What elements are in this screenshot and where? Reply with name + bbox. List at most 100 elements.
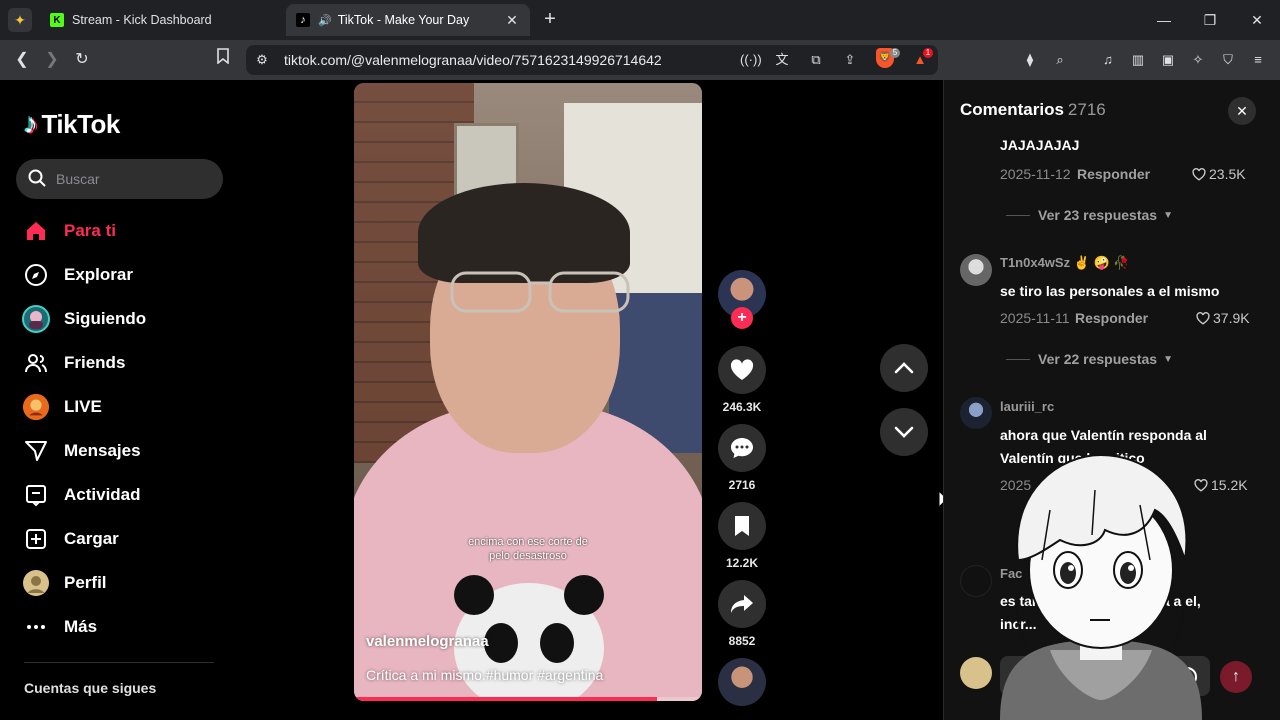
chevron-up-icon: [894, 362, 914, 374]
commenter-avatar[interactable]: [960, 565, 992, 597]
minimize-button[interactable]: —: [1150, 6, 1178, 34]
audio-playing-icon[interactable]: 🔊: [318, 14, 332, 27]
translate-icon[interactable]: 文: [772, 50, 792, 70]
view-replies-button[interactable]: Ver 23 respuestas ▼: [1006, 207, 1173, 223]
comment-icon: [731, 438, 753, 458]
comment-date: 2025-11-11: [1000, 310, 1070, 326]
menu-icon[interactable]: ≡: [1248, 50, 1268, 70]
sidebar-item-mas[interactable]: Más: [22, 609, 232, 645]
more-icon: [22, 613, 50, 641]
send-comment-button[interactable]: ↑: [1220, 661, 1252, 693]
comments-title: Comentarios 2716: [960, 100, 1106, 119]
streamer-anime-avatar-overlay: [1000, 453, 1202, 720]
commenter-username[interactable]: T1n0x4wSz ✌ 🤪 🥀: [1000, 255, 1129, 271]
commenter-avatar[interactable]: [960, 397, 992, 429]
media-icon[interactable]: ♫: [1098, 50, 1118, 70]
save-button[interactable]: [718, 502, 766, 550]
tab-title: TikTok - Make Your Day: [337, 13, 470, 27]
share-button[interactable]: [718, 580, 766, 628]
like-button[interactable]: [718, 346, 766, 394]
like-count: 246.3K: [722, 400, 762, 414]
video-overlay-caption: encima con ese corte de pelo desastroso: [468, 536, 588, 562]
tab-search-icon[interactable]: ⌕: [1050, 50, 1070, 70]
sidebar-divider: [24, 662, 214, 663]
open-external-icon[interactable]: ⧉: [806, 50, 826, 70]
video-player[interactable]: encima con ese corte de pelo desastroso …: [354, 83, 702, 701]
broadcast-icon[interactable]: ((·)): [740, 50, 762, 70]
close-comments-button[interactable]: ✕: [1228, 97, 1256, 125]
view-replies-button[interactable]: Ver 22 respuestas ▼: [1006, 351, 1173, 367]
video-description[interactable]: Crítica a mi mismo.#humor #argentina: [366, 667, 603, 683]
close-window-button[interactable]: ✕: [1243, 6, 1271, 34]
tab-kick-dashboard[interactable]: K Stream - Kick Dashboard: [40, 4, 284, 36]
reply-button[interactable]: Responder: [1075, 310, 1148, 326]
commenter-username[interactable]: lauriii_rc: [1000, 399, 1054, 414]
comments-count: 2716: [1067, 100, 1106, 119]
back-button[interactable]: ❮: [10, 48, 34, 72]
search-placeholder: Buscar: [56, 171, 100, 187]
sidebar-item-mensajes[interactable]: Mensajes: [22, 433, 232, 469]
bookmark-icon[interactable]: [211, 48, 235, 72]
leo-ai-icon[interactable]: ✧: [1188, 50, 1208, 70]
share-arrow-icon: [731, 595, 753, 613]
commenter-avatar[interactable]: [960, 254, 992, 286]
restore-button[interactable]: ❐: [1196, 6, 1224, 34]
extensions-icon[interactable]: ⧫: [1020, 50, 1040, 70]
comment-button[interactable]: [718, 424, 766, 472]
tab-tiktok[interactable]: ♪ 🔊 TikTok - Make Your Day ✕: [286, 4, 530, 36]
following-accounts-title: Cuentas que sigues: [24, 680, 157, 696]
sidebar-item-cargar[interactable]: Cargar: [22, 521, 232, 557]
heart-outline-icon: [1196, 311, 1210, 325]
new-tab-button[interactable]: +: [538, 8, 562, 32]
tiktok-note-icon: ♪: [24, 108, 38, 139]
sidebar-toggle-icon[interactable]: ▥: [1128, 50, 1148, 70]
sidebar-item-siguiendo[interactable]: Siguiendo: [22, 301, 232, 337]
next-video-button[interactable]: [880, 408, 928, 456]
wallet-icon[interactable]: ▣: [1158, 50, 1178, 70]
reply-button[interactable]: Responder: [1077, 166, 1150, 182]
comment-date: 2025-11-12: [1000, 166, 1071, 182]
chevron-down-icon: [894, 426, 914, 438]
site-info-icon[interactable]: ⚙: [252, 50, 272, 70]
next-video-avatar[interactable]: [718, 658, 766, 706]
sidebar-item-live[interactable]: LIVE: [22, 389, 232, 425]
comment-like-button[interactable]: 23.5K: [1192, 166, 1246, 182]
reload-button[interactable]: ↻: [70, 48, 94, 72]
follow-creator-button[interactable]: +: [731, 307, 753, 329]
video-username[interactable]: valenmelogranaa: [366, 633, 489, 650]
comment-text: JAJAJAJAJ: [1000, 137, 1080, 153]
search-input[interactable]: [16, 159, 223, 199]
send-icon: [22, 437, 50, 465]
video-progress-fill: [354, 697, 657, 701]
kick-favicon-icon: K: [50, 13, 64, 27]
save-count: 12.2K: [725, 556, 759, 570]
shields-count-badge: 5: [890, 48, 900, 58]
bookmark-icon: [735, 516, 749, 536]
profile-avatar-icon: [22, 569, 50, 597]
sidebar-item-explorar[interactable]: Explorar: [22, 257, 232, 293]
vpn-icon[interactable]: ⛉: [1218, 50, 1238, 70]
close-tab-icon[interactable]: ✕: [504, 12, 520, 28]
share-icon[interactable]: ⇪: [840, 50, 860, 70]
home-icon: [22, 217, 50, 245]
upload-icon: [22, 525, 50, 553]
comment-count: 2716: [728, 478, 756, 492]
sidebar-item-perfil[interactable]: Perfil: [22, 565, 232, 601]
browser-logo-icon[interactable]: ✦: [8, 8, 32, 32]
previous-video-button[interactable]: [880, 344, 928, 392]
forward-button[interactable]: ❯: [40, 48, 64, 72]
tiktok-logo[interactable]: ♪ TikTok: [24, 108, 120, 140]
my-avatar: [960, 657, 992, 689]
comment-like-button[interactable]: 37.9K: [1196, 310, 1250, 326]
tiktok-favicon-icon: ♪: [296, 13, 310, 27]
friends-icon: [22, 349, 50, 377]
search-icon: [28, 169, 46, 187]
sidebar-item-para-ti[interactable]: Para ti: [22, 213, 232, 249]
video-progress-bar[interactable]: [354, 697, 702, 701]
inbox-icon: [22, 481, 50, 509]
following-avatar-icon: [22, 305, 50, 333]
url-text[interactable]: tiktok.com/@valenmelogranaa/video/757162…: [284, 52, 662, 68]
comment-text: se tiro las personales a el mismo: [1000, 283, 1220, 299]
sidebar-item-actividad[interactable]: Actividad: [22, 477, 232, 513]
sidebar-item-friends[interactable]: Friends: [22, 345, 232, 381]
